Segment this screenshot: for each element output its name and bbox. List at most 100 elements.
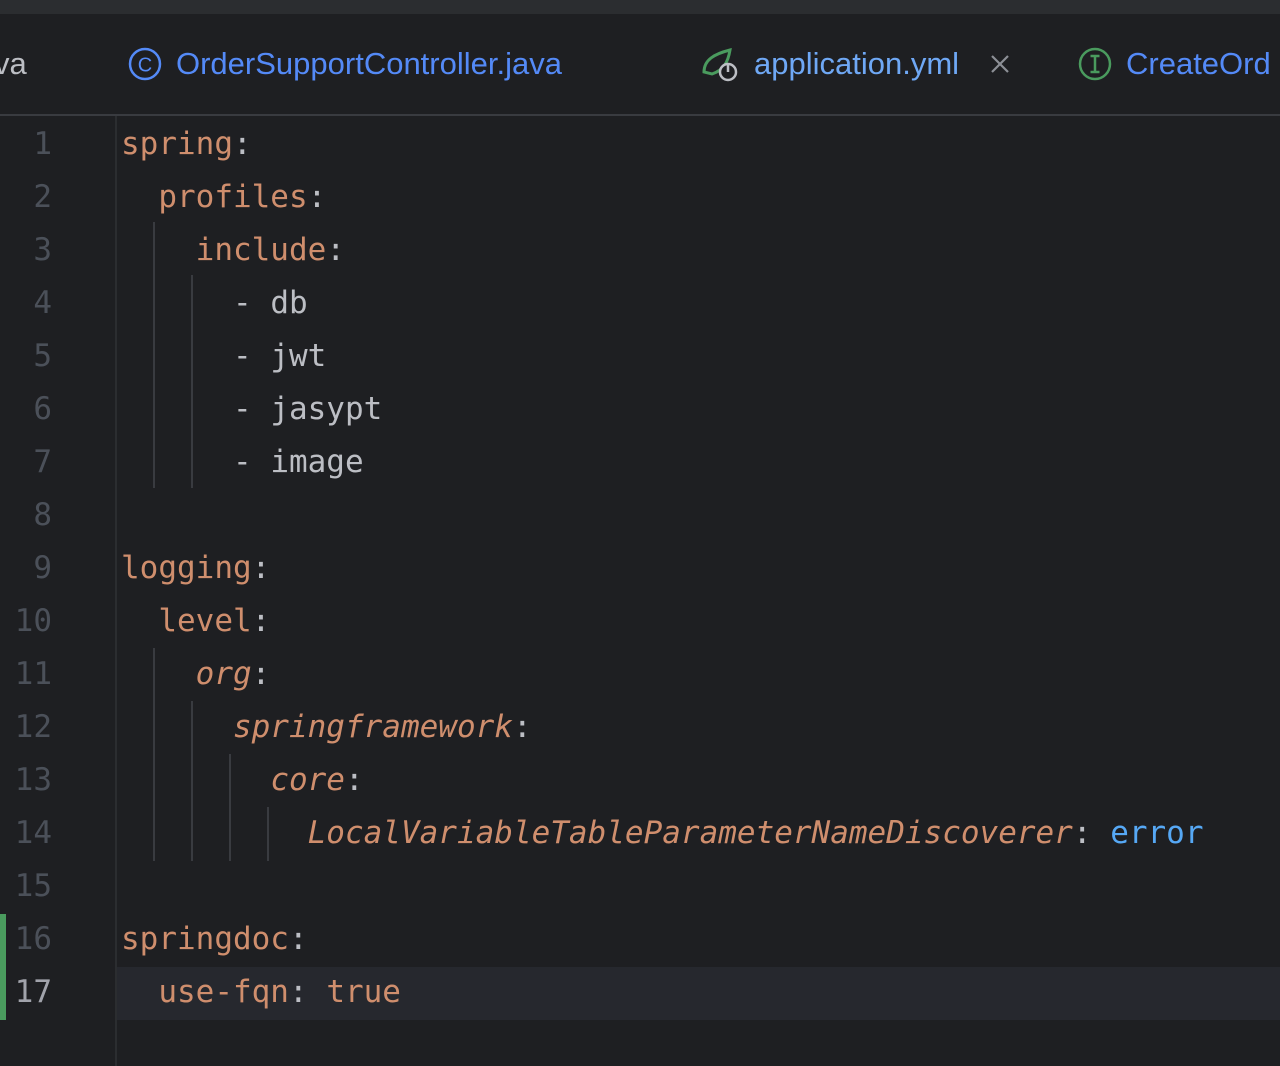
code-line[interactable]: 1 spring:: [0, 118, 1280, 171]
code-line[interactable]: 16 springdoc:: [0, 913, 1280, 966]
yaml-key: LocalVariableTableParameterNameDiscovere…: [307, 815, 1073, 851]
code-line[interactable]: 5 - jwt: [0, 330, 1280, 383]
yaml-value: [121, 762, 270, 798]
yaml-key: springframework: [232, 709, 513, 745]
editor-tab-bar: va C OrderSupportController.java applica…: [0, 14, 1280, 116]
code-line[interactable]: 17 use-fqn: true: [0, 966, 1280, 1019]
yaml-value: -: [121, 285, 271, 321]
yaml-punctuation: :: [344, 762, 364, 798]
code-line[interactable]: 7 - image: [0, 436, 1280, 489]
yaml-value: db: [270, 285, 308, 321]
ide-window: va C OrderSupportController.java applica…: [0, 0, 1280, 1066]
yaml-value: jwt: [270, 338, 327, 374]
yaml-value: -: [121, 338, 271, 374]
line-number: 13: [14, 762, 52, 798]
yaml-key: level: [158, 603, 252, 639]
code-text: springframework:: [121, 701, 532, 754]
yaml-punctuation: :: [251, 550, 271, 586]
code-text: core:: [121, 754, 364, 807]
code-text: - db: [121, 277, 308, 330]
close-tab-icon[interactable]: [989, 53, 1011, 75]
yaml-key: spring: [121, 126, 233, 162]
code-line[interactable]: 8: [0, 489, 1280, 542]
code-line[interactable]: 10 level:: [0, 595, 1280, 648]
yaml-value: [121, 232, 196, 268]
code-line[interactable]: 15: [0, 860, 1280, 913]
code-line[interactable]: 11 org:: [0, 648, 1280, 701]
line-number: 7: [33, 444, 52, 480]
code-line[interactable]: 6 - jasypt: [0, 383, 1280, 436]
yaml-value: [121, 974, 158, 1010]
yaml-key: org: [195, 656, 252, 692]
yaml-value: -: [121, 444, 271, 480]
code-text: include:: [121, 224, 345, 277]
yaml-punctuation: :: [1072, 815, 1111, 851]
spring-boot-config-icon: [700, 44, 740, 84]
line-number: 15: [14, 868, 52, 904]
yaml-punctuation: :: [307, 179, 327, 215]
code-text: - jwt: [121, 330, 326, 383]
tab-label: OrderSupportController.java: [176, 46, 562, 81]
line-number: 3: [33, 232, 52, 268]
line-number: 17: [14, 974, 52, 1010]
line-number: 5: [33, 338, 52, 374]
svg-text:C: C: [138, 55, 152, 77]
yaml-punctuation: :: [251, 603, 271, 639]
tab-application-yml[interactable]: application.yml: [700, 14, 1011, 114]
line-number: 14: [14, 815, 52, 851]
line-number: 1: [33, 126, 52, 162]
tab-label: application.yml: [754, 46, 960, 81]
code-text: - jasypt: [121, 383, 382, 436]
yaml-key: springdoc: [121, 921, 289, 957]
title-strip: [0, 0, 1280, 14]
yaml-value: error: [1110, 815, 1204, 851]
yaml-value: image: [270, 444, 364, 480]
yaml-value: [121, 603, 158, 639]
yaml-punctuation: :: [512, 709, 532, 745]
code-text: - image: [121, 436, 364, 489]
code-text: spring:: [121, 118, 252, 171]
line-number: 4: [33, 285, 52, 321]
yaml-value: jasypt: [270, 391, 383, 427]
line-number: 16: [14, 921, 52, 957]
yaml-value: [121, 709, 233, 745]
code-line[interactable]: 9 logging:: [0, 542, 1280, 595]
tab-label: CreateOrd: [1126, 46, 1271, 81]
line-number: 10: [14, 603, 52, 639]
code-editor[interactable]: 1 spring: 2 profiles: 3 include: 4 - db 5 - j…: [0, 116, 1280, 1066]
yaml-value: [121, 179, 158, 215]
code-text: springdoc:: [121, 913, 308, 966]
yaml-punctuation: :: [232, 126, 252, 162]
line-number: 12: [14, 709, 52, 745]
yaml-value: [121, 815, 308, 851]
yaml-key: use-fqn: [158, 974, 289, 1010]
tab-clipped-java-file[interactable]: va: [0, 14, 27, 114]
yaml-punctuation: :: [288, 974, 327, 1010]
code-line[interactable]: 13 core:: [0, 754, 1280, 807]
yaml-value: true: [326, 974, 401, 1010]
yaml-value: [121, 656, 196, 692]
yaml-punctuation: :: [251, 656, 271, 692]
line-number: 9: [33, 550, 52, 586]
code-line[interactable]: 2 profiles:: [0, 171, 1280, 224]
line-number: 6: [33, 391, 52, 427]
yaml-key: core: [270, 762, 345, 798]
yaml-key: profiles: [158, 179, 308, 215]
code-line[interactable]: 3 include:: [0, 224, 1280, 277]
code-line[interactable]: 12 springframework:: [0, 701, 1280, 754]
code-text: level:: [121, 595, 270, 648]
line-number: 11: [14, 656, 52, 692]
code-text: profiles:: [121, 171, 326, 224]
tab-create-order-interface[interactable]: CreateOrd: [1078, 14, 1271, 114]
code-text: org:: [121, 648, 271, 701]
code-line[interactable]: 14 LocalVariableTableParameterNameDiscov…: [0, 807, 1280, 860]
class-icon: C: [128, 47, 162, 81]
code-text: use-fqn: true: [121, 966, 401, 1019]
line-number: 2: [33, 179, 52, 215]
yaml-key: include: [195, 232, 327, 268]
tab-order-support-controller[interactable]: C OrderSupportController.java: [128, 14, 562, 114]
interface-icon: [1078, 47, 1112, 81]
code-text: LocalVariableTableParameterNameDiscovere…: [121, 807, 1204, 860]
yaml-punctuation: :: [326, 232, 345, 268]
code-line[interactable]: 4 - db: [0, 277, 1280, 330]
